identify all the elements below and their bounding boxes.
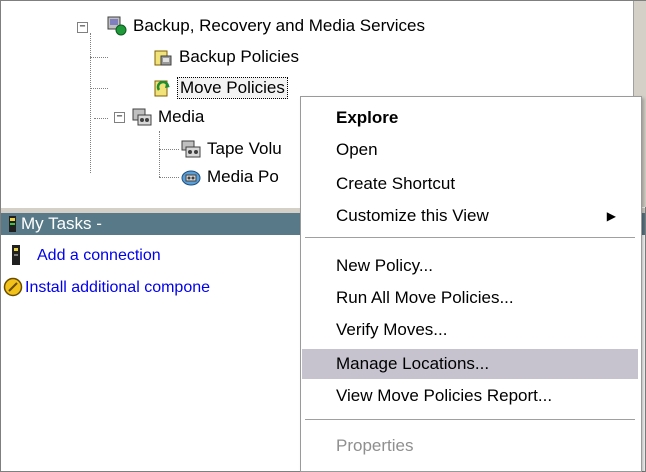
menu-item-customize-view[interactable]: Customize this View ▶ [302, 201, 638, 231]
tree-line [90, 88, 108, 89]
menu-item-label: Customize this View [336, 206, 489, 225]
tree-node-label: Tape Volu [207, 139, 282, 158]
menu-item-label: Create Shortcut [336, 174, 456, 193]
tree-node-label: Backup Policies [179, 47, 300, 66]
tree-node-backup-recovery-media-services[interactable]: Backup, Recovery and Media Services [107, 14, 427, 38]
menu-item-properties[interactable]: Properties [302, 431, 638, 461]
tree-node-label: Media [158, 107, 205, 126]
submenu-arrow-icon: ▶ [606, 209, 616, 223]
media-pool-icon [181, 170, 201, 186]
context-menu: Explore Open Create Shortcut Customize t… [300, 96, 642, 472]
link-label: Add a connection [37, 247, 161, 264]
tree-line [94, 118, 108, 119]
menu-item-manage-locations[interactable]: Manage Locations... [302, 349, 638, 379]
backup-policies-icon [154, 50, 172, 66]
menu-item-run-all-move-policies[interactable]: Run All Move Policies... [302, 283, 638, 313]
tree-line [90, 57, 108, 58]
menu-item-label: Manage Locations... [336, 354, 490, 373]
menu-separator [305, 419, 635, 421]
menu-item-open[interactable]: Open [302, 135, 638, 165]
tree-line [90, 33, 91, 173]
media-icon [132, 108, 152, 126]
tape-volume-icon [181, 140, 201, 158]
menu-item-create-shortcut[interactable]: Create Shortcut [302, 169, 638, 199]
menu-item-explore[interactable]: Explore [302, 103, 638, 133]
tree-node-media-pools[interactable]: Media Po [181, 165, 281, 189]
menu-item-label: Verify Moves... [336, 320, 448, 339]
tree-node-media[interactable]: Media [132, 105, 206, 129]
tree-line [159, 177, 179, 178]
tree-line [159, 149, 179, 150]
connection-icon [12, 245, 20, 265]
install-icon [3, 277, 23, 297]
menu-item-label: New Policy... [336, 256, 433, 275]
tree-node-label: Media Po [207, 167, 279, 186]
add-connection-link[interactable]: Add a connection [12, 245, 161, 265]
collapse-toggle[interactable]: − [77, 22, 88, 33]
menu-item-label: View Move Policies Report... [336, 386, 553, 405]
menu-item-label: Run All Move Policies... [336, 288, 514, 307]
install-components-link[interactable]: Install additional compone [3, 277, 211, 297]
backup-services-icon [107, 16, 127, 36]
move-policies-icon [154, 80, 170, 97]
menu-separator [305, 237, 635, 239]
tree-line [159, 131, 160, 177]
my-tasks-title: My Tasks - [21, 214, 102, 233]
link-label: Install additional compone [25, 279, 211, 296]
tree-node-backup-policies[interactable]: Backup Policies [153, 45, 301, 69]
tree-node-label: Move Policies [177, 77, 288, 99]
collapse-toggle[interactable]: − [114, 112, 125, 123]
menu-item-label: Properties [336, 436, 414, 455]
tree-node-label: Backup, Recovery and Media Services [133, 16, 425, 35]
menu-item-label: Open [336, 140, 378, 159]
menu-item-label: Explore [336, 108, 399, 127]
menu-item-view-move-policies-report[interactable]: View Move Policies Report... [302, 381, 638, 411]
menu-item-verify-moves[interactable]: Verify Moves... [302, 315, 638, 345]
tree-node-move-policies[interactable]: Move Policies [153, 76, 288, 100]
tasks-icon [9, 216, 16, 232]
tree-node-tape-volumes[interactable]: Tape Volu [181, 137, 284, 161]
menu-item-new-policy[interactable]: New Policy... [302, 251, 638, 281]
